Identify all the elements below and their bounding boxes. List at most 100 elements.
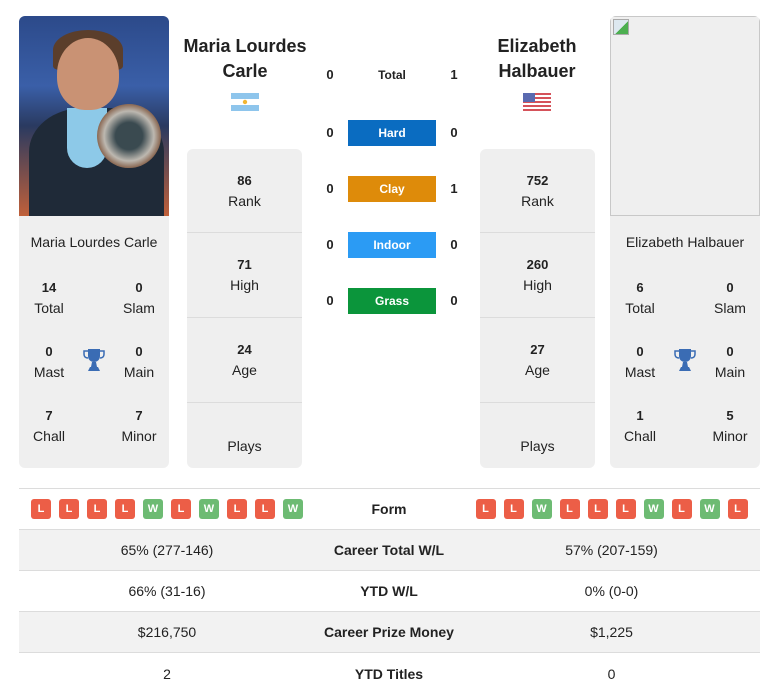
player1-stats: 86 Rank 71 High 24 Age Plays [187,149,302,468]
stat-high: 71 High [187,233,302,318]
titles-chall: 7 Chall [19,406,79,446]
form-badge-win[interactable]: W [699,499,720,519]
h2h-p2-count: 1 [450,181,458,196]
form-badge-loss[interactable]: L [671,499,692,519]
h2h-p2-count: 1 [450,67,458,82]
titles-total-value: 6 [636,280,644,295]
titles-total: 14 Total [19,278,79,318]
player1-career-wl: 65% (277-146) [120,542,214,558]
form-badge-loss[interactable]: L [59,499,79,519]
form-badge-loss[interactable]: L [87,499,107,519]
age-label: Age [525,362,550,378]
high-label: High [523,277,552,293]
plays-label: Plays [520,437,555,454]
h2h-p2-count: 0 [450,125,458,140]
form-badge-loss[interactable]: L [255,499,275,519]
stat-rank: 86 Rank [187,149,302,233]
form-badge-loss[interactable]: L [475,499,496,519]
rank-value: 752 [526,172,549,188]
stat-rank: 752 Rank [480,149,595,233]
high-label: High [230,277,259,293]
rank-label: Rank [228,192,261,209]
titles-minor: 7 Minor [109,406,169,446]
titles-main: 0 Main [700,342,760,382]
rank-label: Rank [521,192,554,209]
age-value: 24 [237,342,252,357]
player1-card: Maria Lourdes Carle 14 Total 0 Slam 0 Mast … [19,16,169,468]
ytd-wl-label: YTD W/L [360,583,418,599]
titles-chall-value: 1 [636,408,644,423]
surface-clay-badge[interactable]: Clay [348,176,436,202]
stat-age: 24 Age [187,318,302,403]
surface-grass-badge[interactable]: Grass [348,288,436,314]
row-ytd-titles: 2 YTD Titles 0 [19,653,760,694]
player2-photo[interactable] [610,16,760,216]
form-badge-loss[interactable]: L [587,499,608,519]
player1-name[interactable]: Maria Lourdes Carle [180,34,310,84]
titles-slam-label: Slam [714,300,746,316]
player2-card-name[interactable]: Elizabeth Halbauer [610,234,760,250]
player2-name[interactable]: Elizabeth Halbauer [472,34,602,84]
h2h-row-clay: 0 Clay 1 [320,176,465,202]
surface-total-label: Total [378,68,406,82]
row-career-wl: 65% (277-146) Career Total W/L 57% (207-… [19,530,760,571]
trophy-icon [674,349,696,371]
age-label: Age [232,362,257,378]
titles-main: 0 Main [109,342,169,382]
form-badge-loss[interactable]: L [227,499,247,519]
form-badge-loss[interactable]: L [559,499,580,519]
form-badge-loss[interactable]: L [115,499,135,519]
titles-chall-label: Chall [624,428,656,444]
stat-plays: Plays [480,403,595,468]
player1-photo[interactable] [19,16,169,216]
player2-card: Elizabeth Halbauer 6 Total 0 Slam 0 Mast 0 M… [610,16,760,468]
titles-slam-value: 0 [135,280,143,295]
form-badge-win[interactable]: W [199,499,219,519]
h2h-p1-count: 0 [326,293,334,308]
titles-slam-value: 0 [726,280,734,295]
h2h-p1-count: 0 [326,67,334,82]
stat-plays: Plays [187,403,302,468]
form-badge-win[interactable]: W [531,499,552,519]
form-badge-loss[interactable]: L [503,499,524,519]
prize-money-label: Career Prize Money [324,624,454,640]
titles-total-value: 14 [41,280,57,295]
trophy-plate [97,104,161,168]
rank-value: 86 [237,172,252,188]
h2h-row-grass: 0 Grass 0 [320,288,465,314]
age-value: 27 [530,342,545,357]
form-badge-win[interactable]: W [643,499,664,519]
row-prize-money: $216,750 Career Prize Money $1,225 [19,612,760,653]
ytd-titles-label: YTD Titles [354,665,424,682]
titles-chall-value: 7 [45,408,53,423]
h2h-row-total: 0 Total 1 [320,62,465,88]
titles-mast-label: Mast [624,364,656,380]
player2-career-wl: 57% (207-159) [565,542,658,558]
h2h-row-hard: 0 Hard 0 [320,120,465,146]
titles-chall-label: Chall [33,428,65,444]
player1-prize-money: $216,750 [137,624,197,640]
player2-prize-money: $1,225 [590,624,633,640]
form-badge-loss[interactable]: L [615,499,636,519]
form-badge-loss[interactable]: L [727,499,748,519]
player1-card-name[interactable]: Maria Lourdes Carle [19,234,169,250]
surface-indoor-badge[interactable]: Indoor [348,232,436,258]
form-badge-win[interactable]: W [143,499,163,519]
titles-minor-label: Minor [121,428,157,444]
argentina-flag-icon [231,93,259,111]
titles-total-label: Total [34,300,64,316]
player1-form: LLLLWLWLLW [19,499,315,519]
high-value: 260 [526,257,549,272]
titles-mast-value: 0 [45,344,53,359]
player2-ytd-wl: 0% (0-0) [584,583,639,599]
stat-age: 27 Age [480,318,595,403]
titles-main-label: Main [123,364,155,380]
usa-flag-icon [523,93,551,111]
titles-slam: 0 Slam [109,278,169,318]
form-badge-loss[interactable]: L [31,499,51,519]
row-ytd-wl: 66% (31-16) YTD W/L 0% (0-0) [19,571,760,612]
form-badge-win[interactable]: W [283,499,303,519]
form-badge-loss[interactable]: L [171,499,191,519]
surface-hard-badge[interactable]: Hard [348,120,436,146]
titles-total: 6 Total [610,278,670,318]
